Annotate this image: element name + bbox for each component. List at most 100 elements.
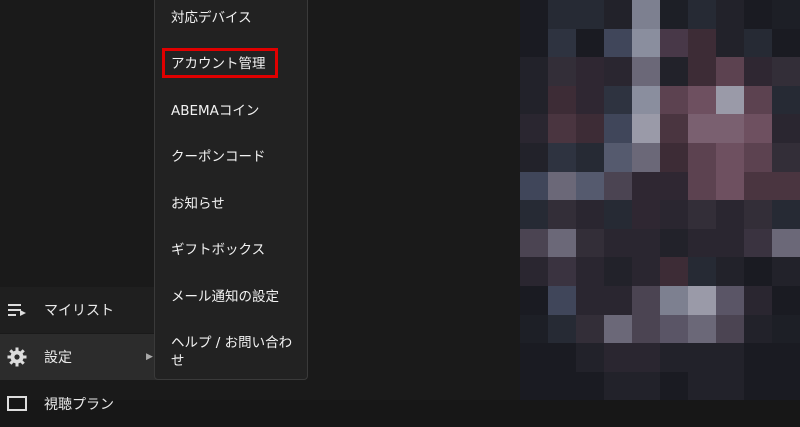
mosaic-tile <box>688 171 716 201</box>
mosaic-tile <box>772 371 800 400</box>
mosaic-tile <box>716 314 744 344</box>
mosaic-tile <box>772 114 800 143</box>
mosaic-tile <box>660 28 688 58</box>
mosaic-tile <box>548 28 576 58</box>
menu-item-coupon[interactable]: クーポンコード <box>171 148 266 166</box>
mosaic-tile <box>688 0 716 29</box>
list-icon <box>6 299 28 321</box>
mosaic-tile <box>688 257 716 286</box>
mosaic-tile <box>772 285 800 315</box>
sidebar-item-plan[interactable]: 視聴プラン <box>0 381 160 427</box>
mosaic-tile <box>660 114 688 143</box>
mosaic-tile <box>716 343 744 372</box>
mosaic-tile <box>660 343 688 372</box>
mosaic-tile <box>688 371 716 400</box>
sidebar-item-settings[interactable]: 設定 ▶ <box>0 334 160 380</box>
mosaic-tile <box>688 85 716 115</box>
mosaic-tile <box>660 85 688 115</box>
mosaic-tile <box>632 228 660 258</box>
mosaic-tile <box>688 343 716 372</box>
mosaic-tile <box>632 114 660 143</box>
mosaic-tile <box>688 142 716 172</box>
mosaic-tile <box>744 0 772 29</box>
mosaic-tile <box>604 314 632 344</box>
mosaic-tile <box>716 371 744 400</box>
mosaic-tile <box>744 142 772 172</box>
mosaic-tile <box>632 142 660 172</box>
mosaic-tile <box>548 171 576 201</box>
menu-item-gift-box[interactable]: ギフトボックス <box>171 241 265 259</box>
mosaic-tile <box>744 171 772 201</box>
mosaic-tile <box>660 200 688 229</box>
mosaic-tile <box>660 171 688 201</box>
mosaic-tile <box>772 314 800 344</box>
mosaic-tile <box>716 200 744 229</box>
menu-item-mail-notification[interactable]: メール通知の設定 <box>171 288 279 306</box>
menu-item-help[interactable]: ヘルプ / お問い合わせ <box>171 334 297 370</box>
mosaic-tile <box>576 343 604 372</box>
mosaic-tile <box>744 371 772 400</box>
mosaic-tile <box>576 371 604 400</box>
mosaic-tile <box>576 171 604 201</box>
mosaic-tile <box>632 28 660 58</box>
menu-item-devices[interactable]: 対応デバイス <box>171 9 252 27</box>
mosaic-tile <box>716 257 744 286</box>
mosaic-tile <box>548 85 576 115</box>
mosaic-tile <box>548 200 576 229</box>
mosaic-tile <box>660 0 688 29</box>
mosaic-tile <box>520 371 548 400</box>
sidebar-item-mylist[interactable]: マイリスト <box>0 287 160 333</box>
mosaic-tile <box>604 228 632 258</box>
mosaic-tile <box>772 142 800 172</box>
mosaic-tile <box>604 114 632 143</box>
mosaic-tile <box>716 142 744 172</box>
mosaic-tile <box>744 28 772 58</box>
menu-item-news[interactable]: お知らせ <box>171 195 225 213</box>
mosaic-tile <box>632 285 660 315</box>
mosaic-tile <box>744 200 772 229</box>
mosaic-tile <box>520 314 548 344</box>
highlight-box <box>162 48 278 78</box>
mosaic-tile <box>632 0 660 29</box>
sidebar-item-label: 設定 <box>44 350 72 366</box>
mosaic-tile <box>548 228 576 258</box>
mosaic-tile <box>576 0 604 29</box>
chevron-right-icon: ▶ <box>146 352 153 362</box>
mosaic-tile <box>548 257 576 286</box>
mosaic-tile <box>660 57 688 86</box>
mosaic-tile <box>576 85 604 115</box>
mosaic-tile <box>660 142 688 172</box>
mosaic-tile <box>716 114 744 143</box>
mosaic-tile <box>716 285 744 315</box>
mosaic-tile <box>632 257 660 286</box>
mosaic-tile <box>716 0 744 29</box>
mosaic-tile <box>772 171 800 201</box>
mosaic-tile <box>632 200 660 229</box>
mosaic-tile <box>716 28 744 58</box>
mosaic-tile <box>632 57 660 86</box>
mosaic-tile <box>548 114 576 143</box>
mosaic-tile <box>548 142 576 172</box>
mosaic-tile <box>604 343 632 372</box>
mosaic-tile <box>604 171 632 201</box>
mosaic-tile <box>716 57 744 86</box>
mosaic-tile <box>604 0 632 29</box>
menu-item-abema-coin[interactable]: ABEMAコイン <box>171 102 259 120</box>
mosaic-tile <box>576 142 604 172</box>
mosaic-tile <box>548 0 576 29</box>
mosaic-tile <box>576 200 604 229</box>
mosaic-tile <box>660 371 688 400</box>
mosaic-tile <box>604 142 632 172</box>
mosaic-tile <box>604 28 632 58</box>
mosaic-tile <box>660 228 688 258</box>
mosaic-tile <box>520 285 548 315</box>
mosaic-tile <box>688 200 716 229</box>
mosaic-tile <box>772 343 800 372</box>
mosaic-tile <box>744 343 772 372</box>
mosaic-tile <box>548 371 576 400</box>
mosaic-tile <box>548 285 576 315</box>
plan-icon <box>6 393 28 415</box>
mosaic-tile <box>772 257 800 286</box>
mosaic-tile <box>772 228 800 258</box>
mosaic-tile <box>632 85 660 115</box>
